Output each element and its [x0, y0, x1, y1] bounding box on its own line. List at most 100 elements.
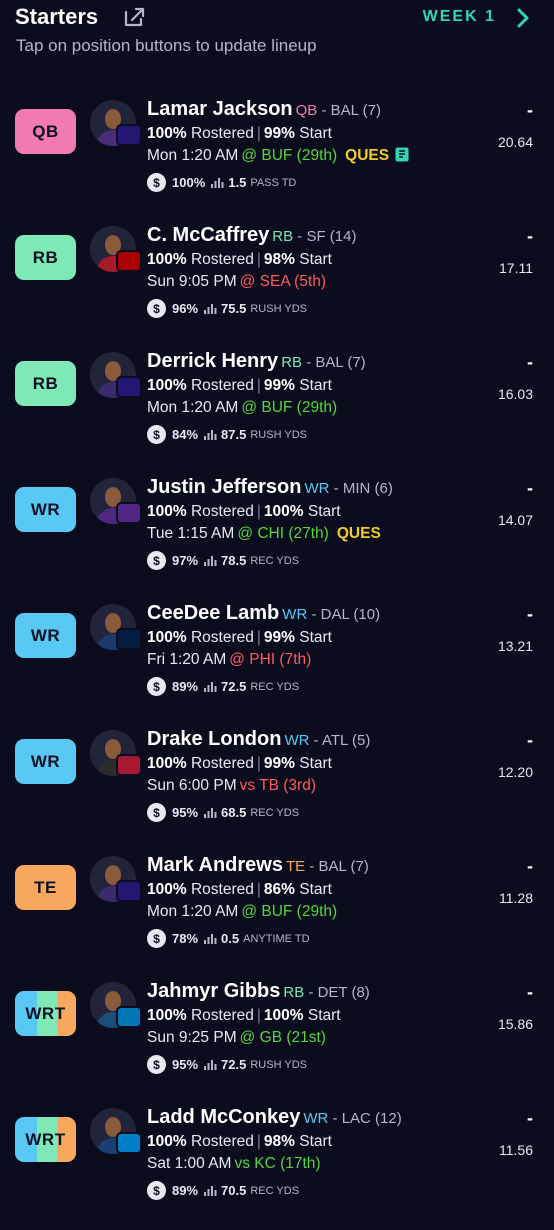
player-name-line[interactable]: Derrick Henry RB - BAL (7) [147, 350, 366, 373]
player-row[interactable]: WR Drake London WR - ATL (5) 100% Rostered |… [0, 726, 554, 852]
rostered-pct: 100% [147, 503, 187, 520]
position-button-wr[interactable]: WR [15, 739, 76, 784]
rostered-pct: 100% [147, 1133, 187, 1150]
projection-value: 87.5 [221, 427, 247, 442]
player-position: WR [284, 732, 310, 749]
start-label: Start [299, 125, 332, 142]
player-row[interactable]: QB Lamar Jackson QB - BAL (7) 100% Rostered… [0, 96, 554, 222]
dollar-pct: 96% [172, 301, 199, 316]
projection-value: 72.5 [221, 1057, 247, 1072]
position-button-rb[interactable]: RB [15, 361, 76, 406]
projected-points: 17.11 [499, 260, 533, 276]
live-score: - [527, 100, 533, 120]
start-label: Start [299, 377, 332, 394]
player-row[interactable]: RB C. McCaffrey RB - SF (14) 100% Rostered |… [0, 222, 554, 348]
bar-chart-icon [204, 934, 217, 944]
header: Starters WEEK 1 Tap on position buttons … [0, 0, 554, 80]
live-score: - [527, 478, 533, 498]
rostered-pct: 100% [147, 629, 187, 646]
roster-line: 100% Rostered | 99% Start [147, 125, 332, 142]
live-score: - [527, 604, 533, 624]
matchup-line: Mon 1:20 AM @ BUF (29th) [147, 903, 337, 921]
chevron-right-icon[interactable] [516, 7, 530, 29]
roster-line: 100% Rostered | 99% Start [147, 377, 332, 394]
player-name[interactable]: Mark Andrews [147, 854, 283, 876]
player-row[interactable]: WR CeeDee Lamb WR - DAL (10) 100% Rostered |… [0, 600, 554, 726]
position-button-wr[interactable]: WR [15, 613, 76, 658]
projected-points: 13.21 [497, 638, 533, 654]
opponent: @ BUF (29th) [241, 903, 338, 920]
roster-line: 100% Rostered | 98% Start [147, 251, 332, 268]
projection-value: 70.5 [221, 1183, 247, 1198]
player-team: ATL (5) [321, 732, 371, 749]
rostered-pct: 100% [147, 251, 187, 268]
team-logo-icon [118, 378, 140, 396]
live-score: - [527, 730, 533, 750]
position-button-rb[interactable]: RB [15, 235, 76, 280]
player-row[interactable]: WRT Ladd McConkey WR - LAC (12) 100% Roster… [0, 1104, 554, 1230]
player-name-line[interactable]: Mark Andrews TE - BAL (7) [147, 854, 369, 877]
start-pct: 99% [263, 629, 295, 646]
projection-value: 78.5 [221, 553, 247, 568]
player-name[interactable]: Derrick Henry [147, 350, 278, 372]
player-name[interactable]: CeeDee Lamb [147, 602, 279, 624]
dollar-icon: $ [147, 803, 166, 822]
player-name-line[interactable]: C. McCaffrey RB - SF (14) [147, 224, 356, 247]
rostered-label: Rostered [190, 125, 254, 142]
opponent: @ SEA (5th) [239, 273, 326, 290]
rostered-pct: 100% [147, 881, 187, 898]
rostered-pct: 100% [147, 1007, 187, 1024]
start-pct: 99% [263, 125, 295, 142]
share-icon[interactable] [122, 6, 146, 28]
player-position: WR [303, 1110, 329, 1127]
position-button-wrt[interactable]: WRT [15, 1117, 76, 1162]
rostered-pct: 100% [147, 125, 187, 142]
matchup-line: Mon 1:20 AM @ BUF (29th) QUES [147, 147, 409, 165]
projection-value: 1.5 [228, 175, 247, 190]
player-name-line[interactable]: CeeDee Lamb WR - DAL (10) [147, 602, 380, 625]
player-name[interactable]: Lamar Jackson [147, 98, 293, 120]
news-icon[interactable] [395, 147, 409, 162]
projected-points: 14.07 [497, 512, 533, 528]
player-name-line[interactable]: Ladd McConkey WR - LAC (12) [147, 1106, 402, 1129]
player-name-line[interactable]: Drake London WR - ATL (5) [147, 728, 370, 751]
player-name-line[interactable]: Justin Jefferson WR - MIN (6) [147, 476, 393, 499]
player-row[interactable]: TE Mark Andrews TE - BAL (7) 100% Rostered |… [0, 852, 554, 978]
game-time: Mon 1:20 AM [147, 147, 239, 164]
player-row[interactable]: RB Derrick Henry RB - BAL (7) 100% Rostered… [0, 348, 554, 474]
player-row[interactable]: WR Justin Jefferson WR - MIN (6) 100% Roste… [0, 474, 554, 600]
week-selector[interactable]: WEEK 1 [423, 8, 496, 26]
player-team: BAL (7) [330, 102, 381, 119]
projection-stat: ANYTIME TD [243, 932, 310, 945]
rostered-label: Rostered [190, 1133, 254, 1150]
matchup-line: Sun 9:25 PM @ GB (21st) [147, 1029, 326, 1047]
position-button-wrt[interactable]: WRT [15, 991, 76, 1036]
player-name-line[interactable]: Lamar Jackson QB - BAL (7) [147, 98, 381, 121]
projection-stat: REC YDS [250, 554, 300, 567]
bar-chart-icon [204, 1186, 217, 1196]
position-button-te[interactable]: TE [15, 865, 76, 910]
roster-line: 100% Rostered | 99% Start [147, 629, 332, 646]
projected-points: 12.20 [497, 764, 533, 780]
start-pct: 86% [263, 881, 295, 898]
player-name[interactable]: Justin Jefferson [147, 476, 301, 498]
dollar-icon: $ [147, 425, 166, 444]
player-row[interactable]: WRT Jahmyr Gibbs RB - DET (8) 100% Rostered… [0, 978, 554, 1104]
player-position: TE [285, 858, 306, 875]
player-name[interactable]: Jahmyr Gibbs [147, 980, 280, 1002]
rostered-label: Rostered [190, 1007, 254, 1024]
dollar-icon: $ [147, 1181, 166, 1200]
bar-chart-icon [204, 1060, 217, 1070]
player-name-line[interactable]: Jahmyr Gibbs RB - DET (8) [147, 980, 370, 1003]
rostered-label: Rostered [190, 503, 254, 520]
position-button-qb[interactable]: QB [15, 109, 76, 154]
player-name[interactable]: Ladd McConkey [147, 1106, 300, 1128]
projection-stat: REC YDS [250, 680, 300, 693]
rostered-label: Rostered [190, 629, 254, 646]
player-name[interactable]: C. McCaffrey [147, 224, 269, 246]
player-name[interactable]: Drake London [147, 728, 281, 750]
roster-line: 100% Rostered | 86% Start [147, 881, 332, 898]
projection-value: 72.5 [221, 679, 247, 694]
position-button-wr[interactable]: WR [15, 487, 76, 532]
player-position: RB [281, 354, 303, 371]
